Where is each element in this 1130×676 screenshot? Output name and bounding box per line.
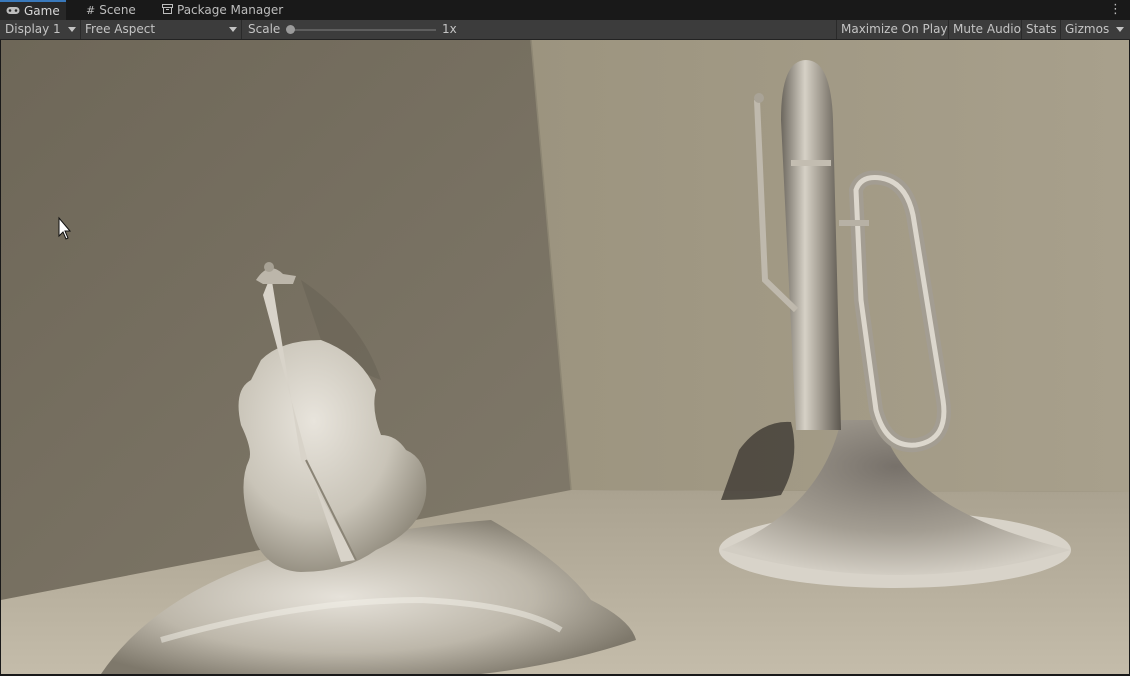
package-icon xyxy=(162,1,173,21)
game-view-toolbar: Display 1 Free Aspect Scale 1x Maximize … xyxy=(0,20,1130,40)
window-tab-bar: Game # Scene Package Manager ⋮ xyxy=(0,0,1130,21)
aspect-dropdown[interactable]: Free Aspect xyxy=(85,20,155,39)
toolbar-divider xyxy=(241,20,242,39)
gizmos-button[interactable]: Gizmos xyxy=(1060,20,1113,39)
mute-audio-button[interactable]: Mute Audio xyxy=(948,20,1025,39)
display-dropdown[interactable]: Display 1 xyxy=(5,20,61,39)
toolbar-divider xyxy=(80,20,81,39)
scale-slider[interactable] xyxy=(290,29,436,31)
tab-package-manager[interactable]: Package Manager xyxy=(156,0,289,20)
scale-slider-handle[interactable] xyxy=(286,25,295,34)
aspect-dropdown-label: Free Aspect xyxy=(85,22,156,36)
tab-scene[interactable]: # Scene xyxy=(80,0,142,20)
scene-render xyxy=(1,40,1129,674)
maximize-on-play-button[interactable]: Maximize On Play xyxy=(836,20,952,39)
scale-label: Scale xyxy=(248,22,281,36)
hash-grid-icon: # xyxy=(86,3,96,17)
tab-game[interactable]: Game xyxy=(0,0,66,20)
scale-value: 1x xyxy=(442,22,457,36)
tab-game-label: Game xyxy=(24,4,60,18)
tab-scene-label: Scene xyxy=(99,3,136,17)
display-chevron-down-icon xyxy=(68,27,76,32)
gizmos-chevron-down-icon[interactable] xyxy=(1116,27,1124,32)
display-dropdown-label: Display 1 xyxy=(5,22,61,36)
game-viewport[interactable] xyxy=(1,40,1129,674)
stats-button[interactable]: Stats xyxy=(1021,20,1061,39)
tab-package-manager-label: Package Manager xyxy=(177,3,284,17)
gamepad-icon xyxy=(6,3,20,21)
more-options-icon[interactable]: ⋮ xyxy=(1109,1,1122,19)
aspect-chevron-down-icon xyxy=(229,27,237,32)
